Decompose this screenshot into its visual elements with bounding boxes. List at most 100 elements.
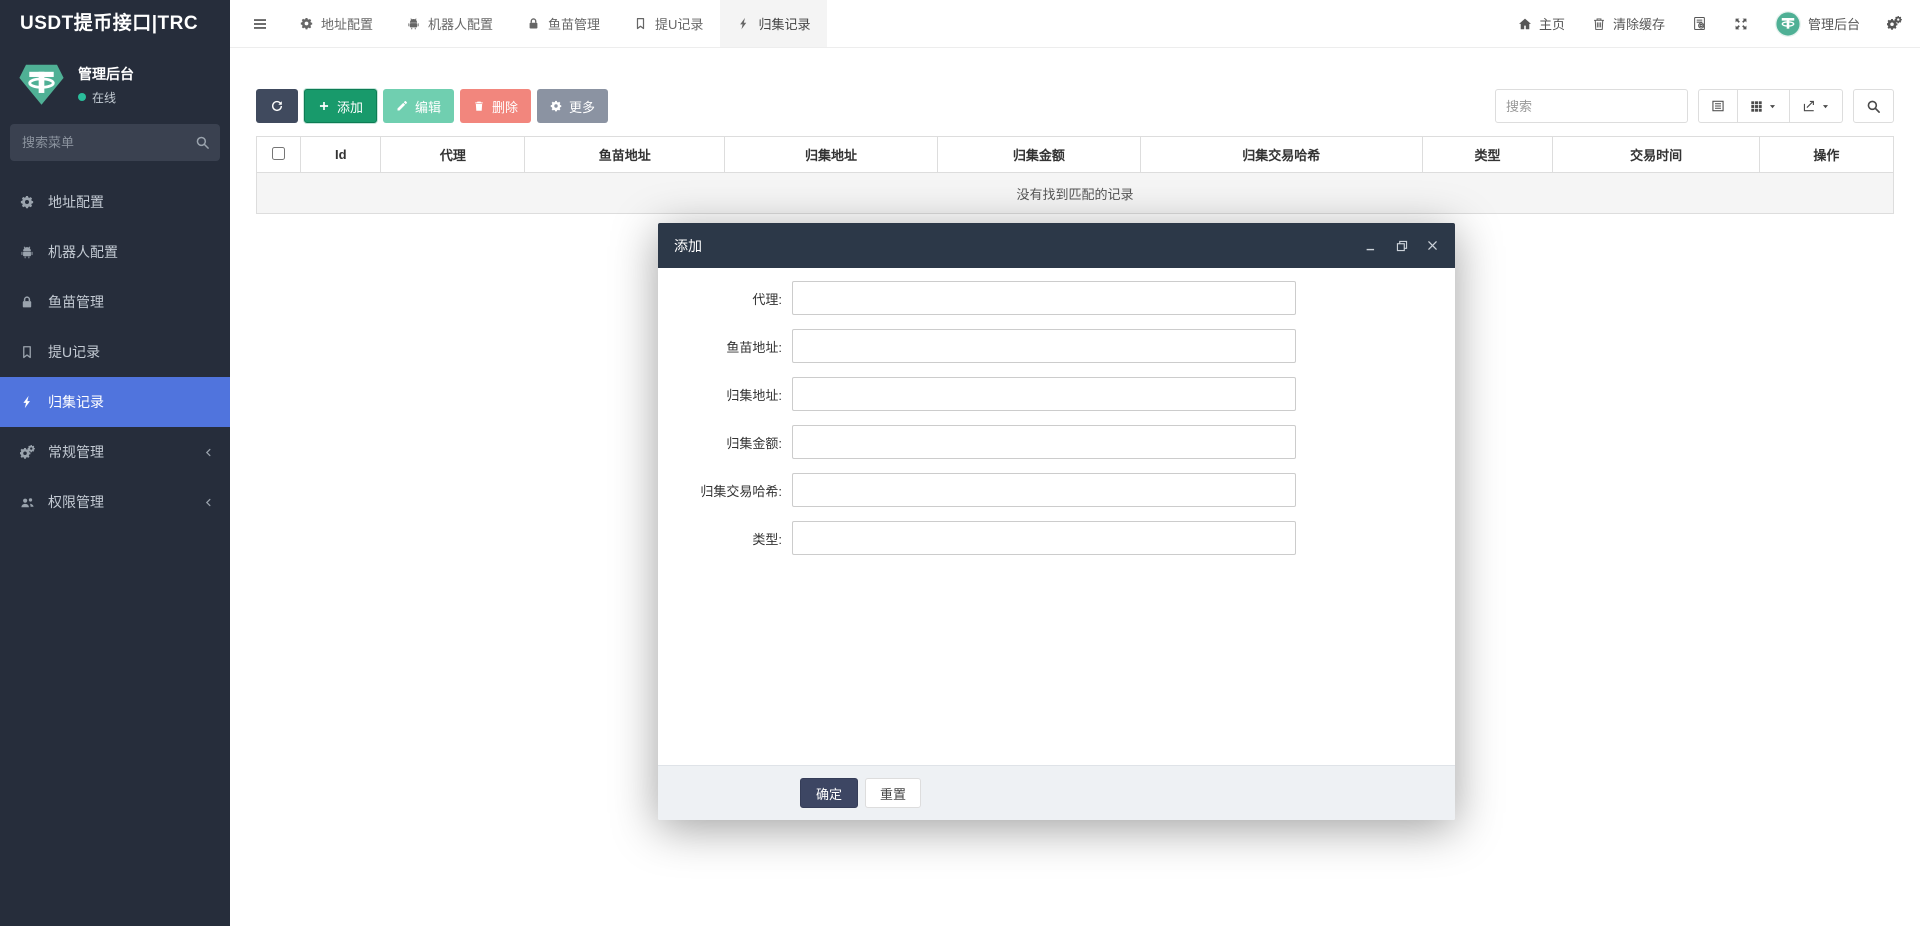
tab-address-config[interactable]: 地址配置	[283, 0, 390, 47]
tab-withdraw-records[interactable]: 提U记录	[617, 0, 720, 47]
bolt-icon	[737, 17, 750, 30]
collection-address-label: 归集地址:	[658, 385, 792, 404]
refresh-button[interactable]	[256, 89, 298, 123]
tab-label: 提U记录	[655, 14, 703, 33]
add-button-label: 添加	[337, 97, 363, 116]
toggle-pagination-button[interactable]	[1698, 89, 1738, 123]
export-button[interactable]	[1790, 89, 1843, 123]
select-all-header	[257, 137, 301, 173]
app-title[interactable]: USDT提币接口|TRC	[0, 0, 230, 48]
type-field[interactable]	[792, 521, 1296, 555]
admin-menu[interactable]: 管理后台	[1775, 11, 1860, 37]
sidebar-item-general-management[interactable]: 常规管理	[0, 427, 230, 477]
home-link[interactable]: 主页	[1518, 14, 1565, 33]
plus-icon	[318, 100, 330, 112]
home-label: 主页	[1539, 14, 1565, 33]
table-search-input[interactable]	[1495, 89, 1688, 123]
menu-toggle-icon[interactable]	[230, 16, 283, 32]
topbar-right: 主页 清除缓存 管理后台	[1518, 11, 1920, 37]
ok-button[interactable]: 确定	[800, 778, 858, 808]
minimize-icon[interactable]	[1364, 239, 1378, 253]
type-label: 类型:	[658, 529, 792, 548]
bookmark-icon	[20, 345, 48, 359]
columns-button[interactable]	[1738, 89, 1790, 123]
sidebar-item-address-config[interactable]: 地址配置	[0, 177, 230, 227]
search-icon	[195, 135, 210, 150]
sidebar-item-collection-records[interactable]: 归集记录	[0, 377, 230, 427]
avatar	[1775, 11, 1801, 37]
sidebar-item-withdraw-records[interactable]: 提U记录	[0, 327, 230, 377]
trash-icon	[1592, 17, 1606, 31]
column-header-id: Id	[301, 137, 381, 173]
dialog-title: 添加	[674, 236, 702, 256]
sidebar-item-label: 权限管理	[48, 492, 104, 512]
gear-icon	[300, 17, 313, 30]
form-row-type: 类型:	[658, 521, 1455, 555]
sidebar-item-robot-config[interactable]: 机器人配置	[0, 227, 230, 277]
topbar: 地址配置 机器人配置 鱼苗管理 提U记录 归集记录 主页 清除缓存	[230, 0, 1920, 48]
select-all-checkbox[interactable]	[272, 147, 285, 160]
reset-button[interactable]: 重置	[865, 778, 921, 808]
list-icon	[1711, 99, 1725, 113]
table-toolbar: 添加 编辑 删除 更多	[256, 89, 1894, 123]
tether-logo	[18, 61, 65, 108]
sidebar-item-permission-management[interactable]: 权限管理	[0, 477, 230, 527]
fry-address-field[interactable]	[792, 329, 1296, 363]
export-icon	[1802, 99, 1816, 113]
caret-down-icon	[1768, 102, 1777, 111]
column-header-type: 类型	[1422, 137, 1553, 173]
edit-button[interactable]: 编辑	[383, 89, 454, 123]
clear-cache-label: 清除缓存	[1613, 14, 1665, 33]
more-button[interactable]: 更多	[537, 89, 608, 123]
column-header-fry-address: 鱼苗地址	[525, 137, 725, 173]
form-row-collection-address: 归集地址:	[658, 377, 1455, 411]
tab-label: 地址配置	[321, 14, 373, 33]
bolt-icon	[20, 395, 48, 409]
maximize-icon[interactable]	[1395, 239, 1409, 253]
settings-cogs-icon[interactable]	[1887, 16, 1902, 31]
delete-button[interactable]: 删除	[460, 89, 531, 123]
sidebar-item-label: 地址配置	[48, 192, 104, 212]
dialog-header[interactable]: 添加	[658, 223, 1455, 268]
column-header-actions: 操作	[1759, 137, 1893, 173]
search-button[interactable]	[1853, 89, 1894, 123]
fry-address-label: 鱼苗地址:	[658, 337, 792, 356]
tab-robot-config[interactable]: 机器人配置	[390, 0, 510, 47]
form-row-collection-amount: 归集金额:	[658, 425, 1455, 459]
empty-row: 没有找到匹配的记录	[257, 173, 1894, 214]
chevron-left-icon	[203, 497, 214, 508]
home-icon	[1518, 17, 1532, 31]
collection-address-field[interactable]	[792, 377, 1296, 411]
delete-button-label: 删除	[492, 97, 518, 116]
dialog-controls	[1364, 239, 1439, 253]
agent-field[interactable]	[792, 281, 1296, 315]
dialog-body: 代理: 鱼苗地址: 归集地址: 归集金额: 归集交易哈希: 类型:	[658, 268, 1455, 555]
online-status-label: 在线	[92, 89, 116, 106]
sidebar-search	[10, 124, 220, 161]
gear-icon	[550, 100, 562, 112]
tab-label: 机器人配置	[428, 14, 493, 33]
collection-amount-field[interactable]	[792, 425, 1296, 459]
clear-cache-link[interactable]: 清除缓存	[1592, 14, 1665, 33]
tab-fry-management[interactable]: 鱼苗管理	[510, 0, 617, 47]
bookmark-icon	[634, 17, 647, 30]
lock-icon	[527, 17, 540, 30]
tab-label: 鱼苗管理	[548, 14, 600, 33]
fullscreen-icon[interactable]	[1734, 17, 1748, 31]
tab-collection-records[interactable]: 归集记录	[720, 0, 827, 47]
add-dialog: 添加 代理: 鱼苗地址: 归集地址: 归集金额: 归集交易哈希: 类型:	[658, 223, 1455, 820]
sidebar-search-input[interactable]	[10, 124, 220, 161]
pencil-icon	[396, 100, 408, 112]
more-button-label: 更多	[569, 97, 595, 116]
records-table: Id 代理 鱼苗地址 归集地址 归集金额 归集交易哈希 类型 交易时间 操作 没…	[256, 136, 1894, 214]
grid-icon	[1750, 100, 1763, 113]
document-icon[interactable]	[1692, 16, 1707, 31]
close-icon[interactable]	[1426, 239, 1439, 252]
sidebar-item-label: 机器人配置	[48, 242, 118, 262]
sidebar-item-fry-management[interactable]: 鱼苗管理	[0, 277, 230, 327]
column-header-tx-time: 交易时间	[1553, 137, 1759, 173]
column-header-collection-amount: 归集金额	[937, 137, 1140, 173]
add-button[interactable]: 添加	[304, 89, 377, 123]
sidebar-item-label: 提U记录	[48, 342, 100, 362]
collection-tx-hash-field[interactable]	[792, 473, 1296, 507]
